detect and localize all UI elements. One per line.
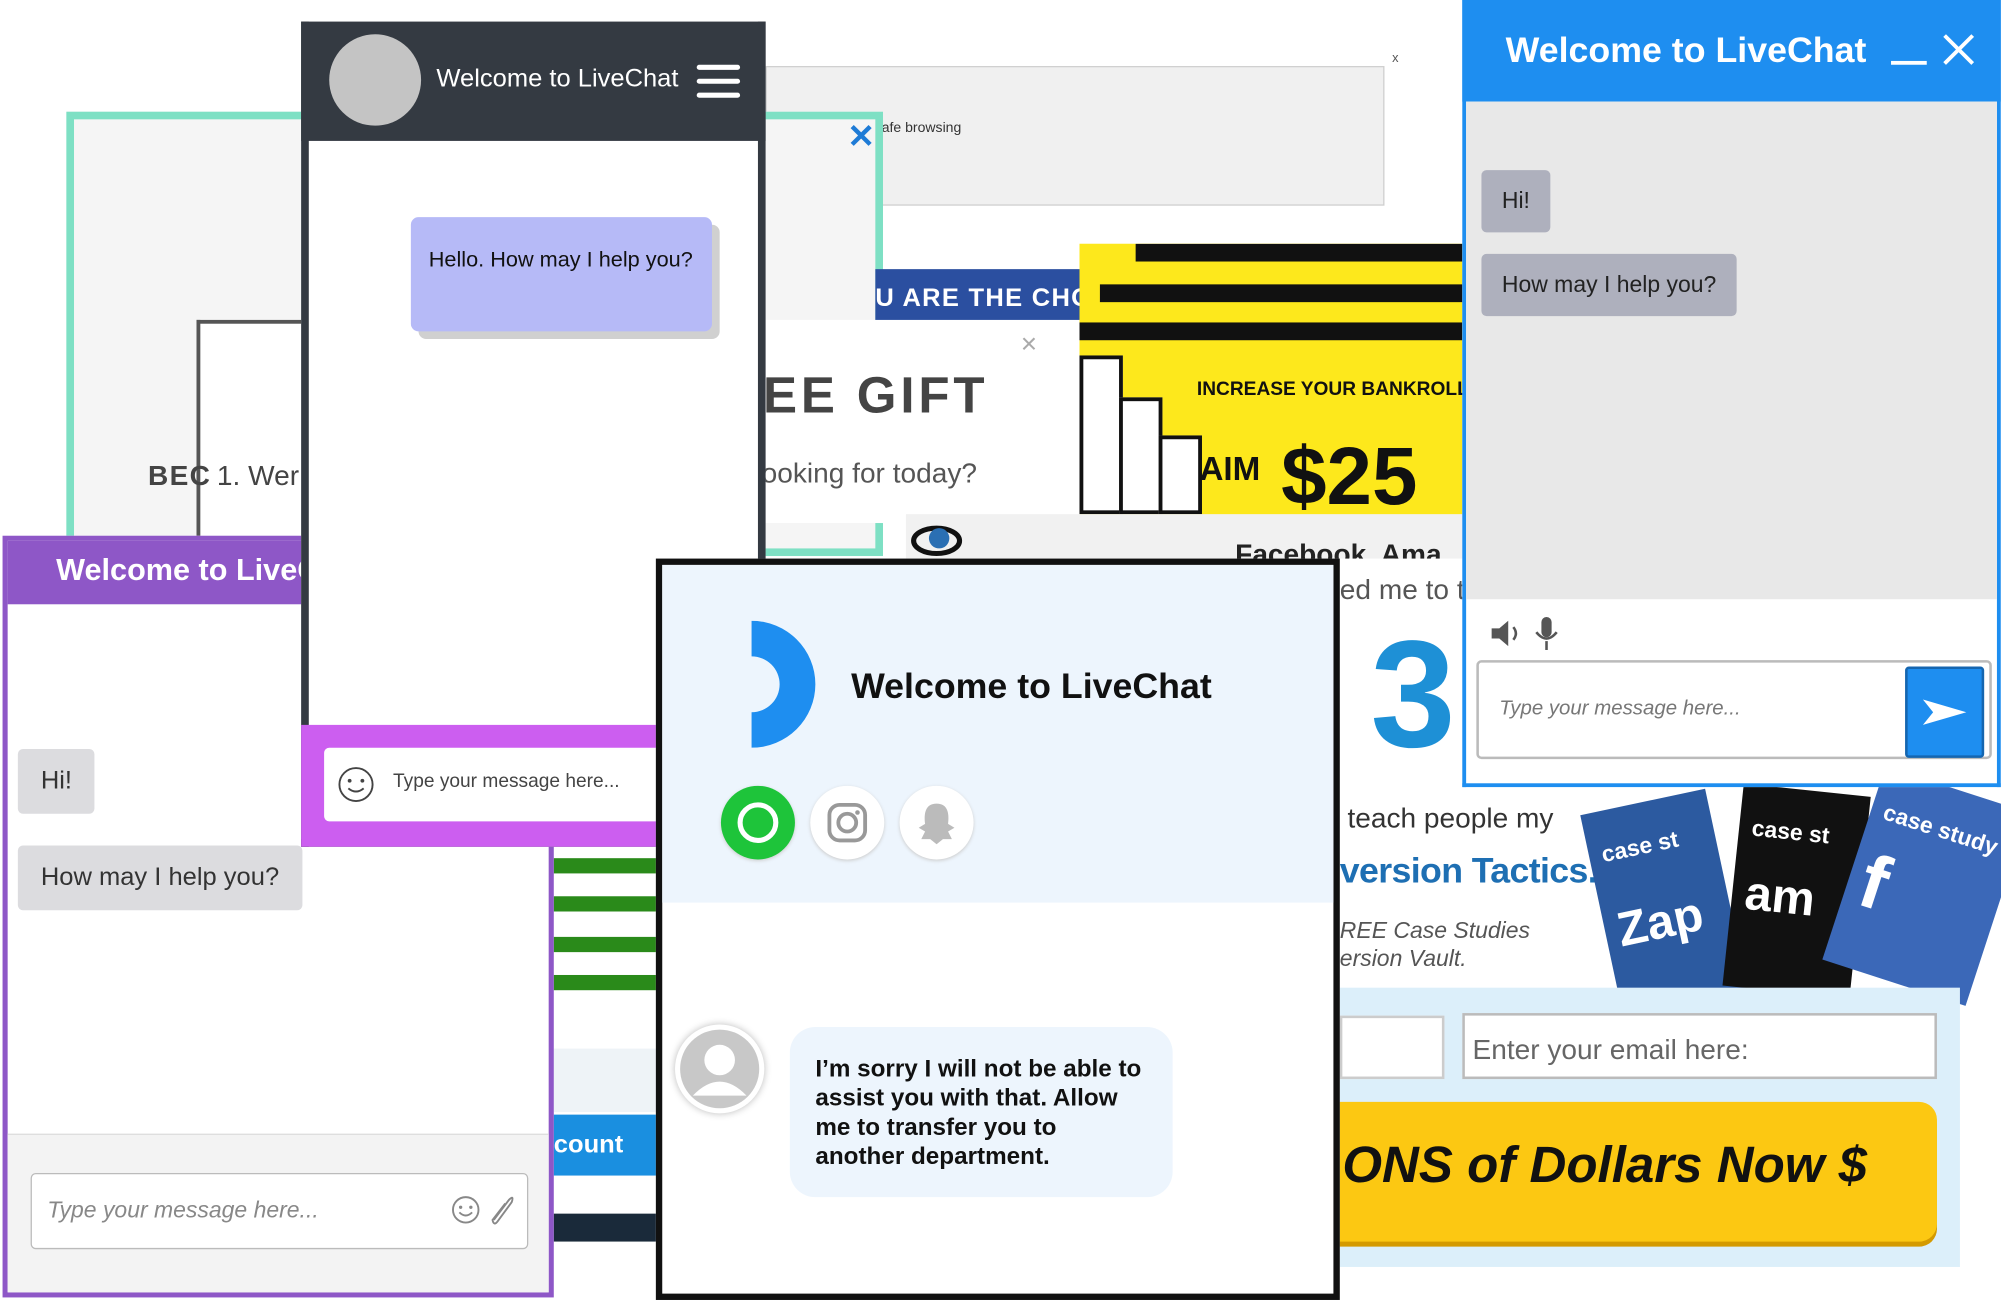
background-text: BEC xyxy=(148,459,212,492)
snapchat-icon[interactable] xyxy=(899,785,974,860)
chat-bubble: Hi! xyxy=(17,749,96,814)
big-number: 3 xyxy=(1370,609,1456,780)
chat-bubble: Hello. How may I help you? xyxy=(410,217,713,332)
widget-title: Welcome to LiveChat xyxy=(851,666,1212,706)
widget-header: Welcome to LiveChat xyxy=(662,564,1334,903)
logo-icon xyxy=(909,520,973,562)
close-icon[interactable]: ✕ xyxy=(847,117,875,156)
card-brand: Zap xyxy=(1612,887,1709,958)
aim-text: AIM xyxy=(1199,449,1261,488)
close-icon[interactable]: x xyxy=(1392,52,1398,66)
instagram-icon[interactable] xyxy=(810,785,885,860)
widget-header: Welcome to LiveChat xyxy=(301,21,766,141)
name-input[interactable] xyxy=(1339,1015,1445,1080)
bankroll-text: INCREASE YOUR BANKROLL xyxy=(1196,378,1469,400)
email-input[interactable]: Enter your email here: xyxy=(1462,1013,1937,1080)
cta-label: ONS of Dollars Now $ xyxy=(1342,1137,1868,1194)
background-question: 1. Wer xyxy=(216,459,300,492)
widget-title: Welcome to LiveChat xyxy=(1505,30,1867,70)
widget-title: Welcome to LiveChat xyxy=(436,64,679,93)
send-button[interactable] xyxy=(1905,666,1985,758)
ad-text: ed me to t xyxy=(1339,573,1465,606)
agent-avatar-icon xyxy=(675,1024,765,1114)
ad-text: teach people my xyxy=(1347,802,1554,835)
chat-bubble: I’m sorry I will not be able to assist y… xyxy=(789,1027,1173,1198)
emoji-icon[interactable] xyxy=(450,1195,481,1232)
emoji-icon[interactable] xyxy=(337,766,375,810)
card-label: case st xyxy=(1599,826,1681,868)
card-label: case st xyxy=(1750,815,1831,849)
logo-icon xyxy=(662,620,828,748)
ad-subtext-line: ersion Vault. xyxy=(1339,945,1467,972)
widget-header: Welcome to LiveChat xyxy=(1462,0,2001,102)
input-placeholder: Type your message here... xyxy=(1499,698,1741,720)
close-icon[interactable] xyxy=(1942,33,1975,72)
stairs-graphic xyxy=(1079,355,1207,515)
background-panel xyxy=(551,1048,659,1113)
ad-text: afe browsing xyxy=(881,120,962,136)
send-icon xyxy=(1922,699,1967,725)
account-button[interactable]: count xyxy=(551,1114,659,1176)
input-placeholder: Type your message here... xyxy=(393,770,620,793)
background-bar xyxy=(551,1213,659,1242)
whatsapp-icon[interactable] xyxy=(720,785,795,860)
input-area: Type your message here... xyxy=(7,1133,549,1293)
menu-icon[interactable] xyxy=(696,64,741,98)
gift-title: EE GIFT xyxy=(763,368,989,425)
chat-bubble: How may I help you? xyxy=(17,845,303,911)
microphone-icon[interactable] xyxy=(1532,614,1560,658)
message-input[interactable]: Type your message here... xyxy=(30,1173,529,1250)
minimize-icon[interactable] xyxy=(1891,60,1927,65)
background-green-stripes xyxy=(551,851,659,1029)
amount-text: $25 xyxy=(1281,430,1418,518)
close-icon[interactable]: × xyxy=(1021,328,1037,361)
chat-body: Hi! How may I help you? xyxy=(1466,101,1997,600)
chat-bubble: Hi! xyxy=(1481,170,1551,233)
input-placeholder: Type your message here... xyxy=(47,1197,319,1223)
avatar xyxy=(329,34,422,126)
chat-bubble: How may I help you? xyxy=(1481,253,1737,317)
livechat-widget-blue: Welcome to LiveChat Hi! How may I help y… xyxy=(1462,0,2001,788)
livechat-widget-light: Welcome to LiveChat I’m sorry I will not… xyxy=(655,558,1340,1300)
ad-subtext-line: REE Case Studies xyxy=(1339,917,1531,944)
ad-headline: version Tactics. xyxy=(1339,850,1598,890)
ad-subtext: REE Case Studies ersion Vault. xyxy=(1340,917,1530,973)
cta-button[interactable]: ONS of Dollars Now $ xyxy=(1334,1101,1937,1242)
attachment-icon[interactable] xyxy=(486,1192,517,1234)
gift-question: looking for today? xyxy=(755,457,977,489)
speaker-icon[interactable] xyxy=(1489,617,1525,656)
